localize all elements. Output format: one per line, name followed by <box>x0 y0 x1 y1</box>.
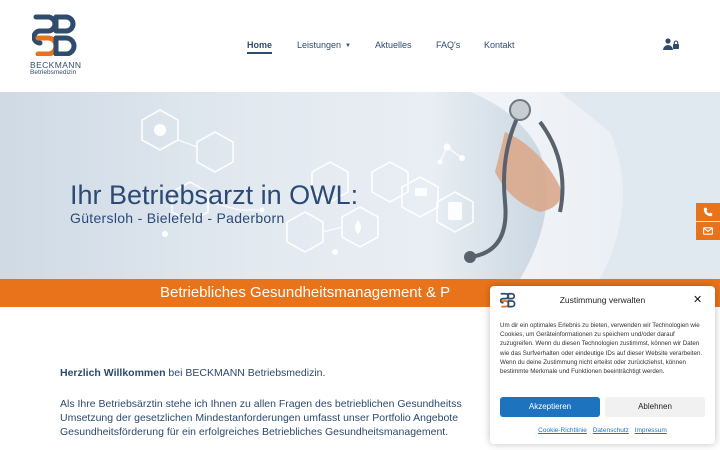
consent-body-text: Um dir ein optimales Erlebnis zu bieten,… <box>500 322 703 376</box>
consent-links: Cookie-Richtlinie Datenschutz Impressum <box>490 427 715 434</box>
nav-item-kontakt[interactable]: Kontakt <box>484 40 515 50</box>
band-headline: Betriebliches Gesundheitsmanagement & P <box>160 284 451 301</box>
logo-subtitle: Betriebsmedizin <box>30 69 77 76</box>
cookie-policy-link[interactable]: Cookie-Richtlinie <box>538 427 587 434</box>
phone-icon <box>703 207 713 217</box>
welcome-bold: Herzlich Willkommen <box>60 367 166 379</box>
nav-item-home[interactable]: Home <box>247 40 273 54</box>
mail-icon <box>703 227 713 235</box>
welcome-line: Herzlich Willkommen bei BECKMANN Betrieb… <box>60 367 325 379</box>
intro-paragraph: Als Ihre Betriebsärztin stehe ich Ihnen … <box>60 397 490 439</box>
cookie-consent-dialog: Zustimmung verwalten ✕ Um dir ein optima… <box>490 286 715 444</box>
consent-title: Zustimmung verwalten <box>559 295 646 305</box>
user-lock-icon[interactable] <box>663 38 679 50</box>
paragraph-line: Gesundheitsförderung für ein erfolgreich… <box>60 426 449 438</box>
privacy-link[interactable]: Datenschutz <box>593 427 629 434</box>
decline-button[interactable]: Ablehnen <box>605 397 705 417</box>
hero-title: Ihr Betriebsarzt in OWL: <box>70 180 359 210</box>
accept-button[interactable]: Akzeptieren <box>500 397 600 417</box>
caret-down-icon: ▼ <box>345 43 351 49</box>
hero-subtitle: Gütersloh - Bielefeld - Paderborn <box>70 210 285 226</box>
imprint-link[interactable]: Impressum <box>635 427 667 434</box>
paragraph-line: Umsetzung der gesetzlichen Mindestanford… <box>60 412 459 424</box>
side-mail-button[interactable] <box>696 222 720 240</box>
side-phone-button[interactable] <box>696 203 720 221</box>
main-nav: Home Leistungen ▼ Aktuelles FAQ's Kontakt <box>0 40 720 56</box>
close-icon[interactable]: ✕ <box>693 293 702 306</box>
nav-item-label: Leistungen <box>297 40 342 50</box>
welcome-rest: bei BECKMANN Betriebsmedizin. <box>165 367 326 379</box>
site-header: BECKMANN Betriebsmedizin Home Leistungen… <box>0 0 720 92</box>
nav-item-aktuelles[interactable]: Aktuelles <box>375 40 412 50</box>
nav-item-faqs[interactable]: FAQ's <box>436 40 460 50</box>
hero-banner: Ihr Betriebsarzt in OWL: Gütersloh - Bie… <box>0 92 720 279</box>
paragraph-line: Als Ihre Betriebsärztin stehe ich Ihnen … <box>60 398 462 410</box>
nav-item-leistungen[interactable]: Leistungen ▼ <box>297 40 351 50</box>
